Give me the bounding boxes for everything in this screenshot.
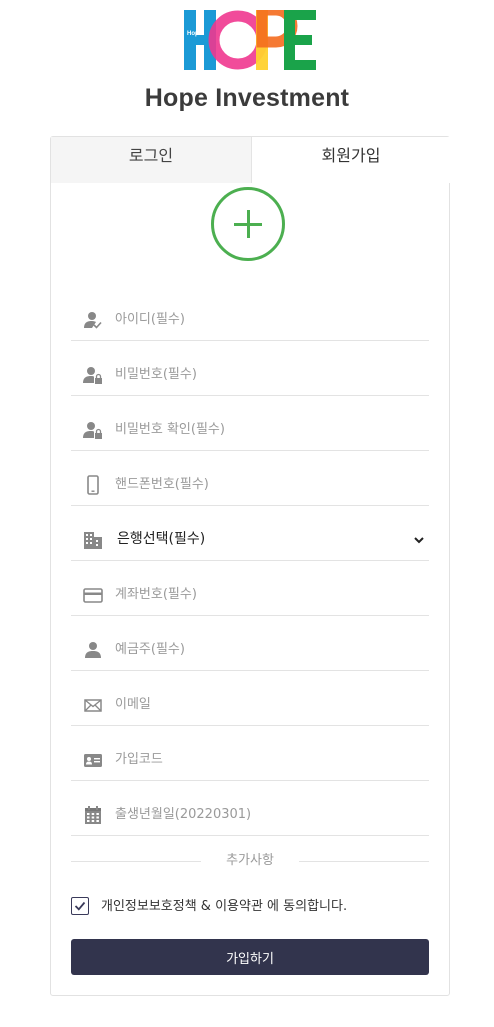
envelope-icon: [83, 695, 103, 715]
agreement-text[interactable]: 개인정보보호정책 & 이용약관 에 동의합니다.: [101, 897, 347, 917]
user-id-field: [71, 296, 429, 341]
header: Hope Hope Investment: [0, 0, 494, 125]
calendar-icon: [83, 805, 103, 825]
extra-section-divider: 추가사항: [71, 851, 429, 871]
checkmark-icon: [74, 901, 86, 911]
agreement-checkbox[interactable]: [71, 897, 89, 915]
logo-small-text: Hope: [187, 31, 202, 37]
phone-input[interactable]: [115, 469, 415, 499]
birthdate-field: [71, 791, 429, 836]
password-input[interactable]: [115, 359, 415, 389]
birthdate-input[interactable]: [115, 799, 415, 829]
signup-panel: 로그인 회원가입 은행선택: [50, 136, 450, 996]
account-holder-input[interactable]: [115, 634, 415, 664]
account-number-field: [71, 571, 429, 616]
add-photo-button[interactable]: [211, 187, 285, 261]
join-code-input[interactable]: [115, 744, 415, 774]
tab-signup[interactable]: 회원가입: [251, 137, 450, 183]
user-lock-icon: [83, 365, 103, 385]
agreement-row: 개인정보보호정책 & 이용약관 에 동의합니다.: [71, 897, 429, 919]
user-id-input[interactable]: [115, 304, 415, 334]
building-icon: [83, 530, 103, 550]
join-code-field: [71, 736, 429, 781]
phone-field: [71, 461, 429, 506]
smartphone-icon: [83, 475, 103, 495]
bank-select-field: 은행선택(필수): [71, 516, 429, 561]
user-check-icon: [83, 310, 103, 330]
chevron-down-icon: [413, 531, 425, 544]
extra-section-label: 추가사항: [226, 853, 274, 868]
credit-card-icon: [83, 585, 103, 605]
email-field: [71, 681, 429, 726]
person-icon: [83, 640, 103, 660]
signup-submit-button[interactable]: 가입하기: [71, 939, 429, 975]
email-input[interactable]: [115, 689, 415, 719]
user-lock-icon: [83, 420, 103, 440]
bank-select[interactable]: 은행선택(필수): [117, 524, 429, 554]
account-holder-field: [71, 626, 429, 671]
brand-name: Hope Investment: [144, 84, 350, 112]
auth-tabs: 로그인 회원가입: [51, 137, 450, 183]
password-confirm-field: [71, 406, 429, 451]
tab-login[interactable]: 로그인: [51, 137, 251, 183]
id-card-icon: [83, 750, 103, 770]
password-field: [71, 351, 429, 396]
password-confirm-input[interactable]: [115, 414, 415, 444]
account-number-input[interactable]: [115, 579, 415, 609]
hope-logo: Hope: [184, 4, 316, 70]
